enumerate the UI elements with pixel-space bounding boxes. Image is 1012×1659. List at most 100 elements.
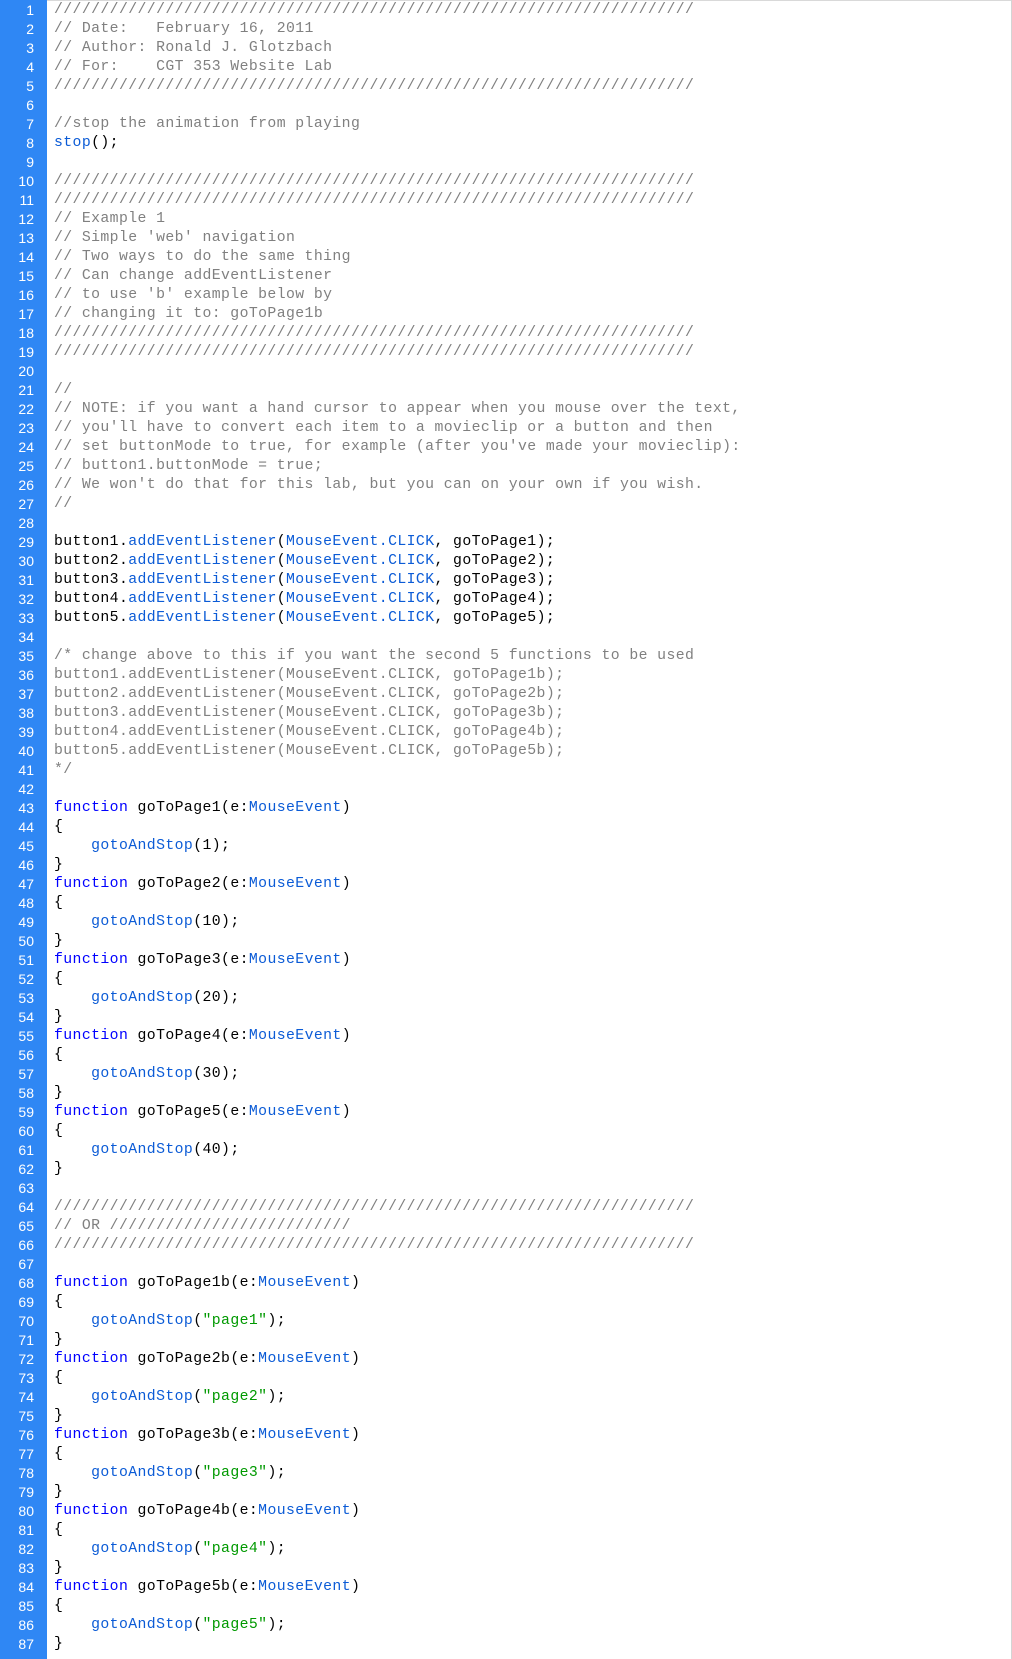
code-line[interactable]: 9	[0, 153, 1011, 172]
code-line[interactable]: 54}	[0, 1008, 1011, 1027]
code-line[interactable]: 34	[0, 628, 1011, 647]
code-line[interactable]: 3 // Author: Ronald J. Glotzbach	[0, 39, 1011, 58]
code-line[interactable]: 20	[0, 362, 1011, 381]
code-line[interactable]: 4 // For: CGT 353 Website Lab	[0, 58, 1011, 77]
code-line[interactable]: 32 button4.addEventListener(MouseEvent.CL…	[0, 590, 1011, 609]
code-line[interactable]: 8 stop();	[0, 134, 1011, 153]
code-line[interactable]: 28	[0, 514, 1011, 533]
code-line[interactable]: 44 {	[0, 818, 1011, 837]
code-line[interactable]: 69 {	[0, 1293, 1011, 1312]
code-line[interactable]: 18 //////////////////////////////////////…	[0, 324, 1011, 343]
code-line[interactable]: 11 //////////////////////////////////////…	[0, 191, 1011, 210]
code-line[interactable]: 30 button2.addEventListener(MouseEvent.CL…	[0, 552, 1011, 571]
code-line[interactable]: 80 function goToPage4b(e:MouseEvent)	[0, 1502, 1011, 1521]
code-line[interactable]: 27 //	[0, 495, 1011, 514]
code-line[interactable]: 77 {	[0, 1445, 1011, 1464]
code-line[interactable]: 78 gotoAndStop("page3");	[0, 1464, 1011, 1483]
code-line[interactable]: 83}	[0, 1559, 1011, 1578]
keyword-token: function	[54, 1503, 129, 1519]
code-line[interactable]: 45 gotoAndStop(1);	[0, 837, 1011, 856]
code-line[interactable]: 22 // NOTE: if you want a hand cursor to …	[0, 400, 1011, 419]
code-line[interactable]: 16 // to use 'b' example below by	[0, 286, 1011, 305]
code-line[interactable]: 68 function goToPage1b(e:MouseEvent)	[0, 1274, 1011, 1293]
code-line[interactable]: 41 */	[0, 761, 1011, 780]
code-line[interactable]: 61 gotoAndStop(40);	[0, 1141, 1011, 1160]
code-line[interactable]: 65 // OR //////////////////////////	[0, 1217, 1011, 1236]
code-line[interactable]: 13 // Simple 'web' navigation	[0, 229, 1011, 248]
code-line[interactable]: 19 //////////////////////////////////////…	[0, 343, 1011, 362]
code-line[interactable]: 82 gotoAndStop("page4");	[0, 1540, 1011, 1559]
code-lines[interactable]: 1///////////////////////////////////////…	[0, 1, 1011, 1654]
code-line[interactable]: 49 gotoAndStop(10);	[0, 913, 1011, 932]
code-line[interactable]: 53 gotoAndStop(20);	[0, 989, 1011, 1008]
code-line[interactable]: 31 button3.addEventListener(MouseEvent.CL…	[0, 571, 1011, 590]
code-line[interactable]: 51 function goToPage3(e:MouseEvent)	[0, 951, 1011, 970]
code-editor[interactable]: 1///////////////////////////////////////…	[0, 0, 1012, 1659]
code-line[interactable]: 14 // Two ways to do the same thing	[0, 248, 1011, 267]
code-text: }	[54, 1635, 63, 1654]
code-line[interactable]: 86 gotoAndStop("page5");	[0, 1616, 1011, 1635]
code-line[interactable]: 2 // Date: February 16, 2011	[0, 20, 1011, 39]
code-line[interactable]: 1 ///////////////////////////////////////…	[0, 1, 1011, 20]
code-line[interactable]: 21 //	[0, 381, 1011, 400]
code-line[interactable]: 15 // Can change addEventListener	[0, 267, 1011, 286]
code-line[interactable]: 43 function goToPage1(e:MouseEvent)	[0, 799, 1011, 818]
code-line[interactable]: 64 //////////////////////////////////////…	[0, 1198, 1011, 1217]
code-line[interactable]: 17 // changing it to: goToPage1b	[0, 305, 1011, 324]
code-line[interactable]: 6	[0, 96, 1011, 115]
code-line[interactable]: 81 {	[0, 1521, 1011, 1540]
code-line[interactable]: 56 {	[0, 1046, 1011, 1065]
code-line[interactable]: 24 // set buttonMode to true, for example…	[0, 438, 1011, 457]
code-line[interactable]: 73 {	[0, 1369, 1011, 1388]
code-line[interactable]: 76 function goToPage3b(e:MouseEvent)	[0, 1426, 1011, 1445]
code-line[interactable]: 48 {	[0, 894, 1011, 913]
code-line[interactable]: 63	[0, 1179, 1011, 1198]
keyword-token: function	[54, 1028, 129, 1044]
code-text: /* change above to this if you want the …	[54, 647, 694, 666]
code-line[interactable]: 58}	[0, 1084, 1011, 1103]
code-line[interactable]: 84 function goToPage5b(e:MouseEvent)	[0, 1578, 1011, 1597]
code-line[interactable]: 7 //stop the animation from playing	[0, 115, 1011, 134]
code-line[interactable]: 46}	[0, 856, 1011, 875]
code-line[interactable]: 52 {	[0, 970, 1011, 989]
line-number: 42	[18, 781, 34, 797]
code-line[interactable]: 60 {	[0, 1122, 1011, 1141]
line-number: 10	[18, 173, 34, 189]
code-line[interactable]: 85 {	[0, 1597, 1011, 1616]
code-token: goToPage5(e:	[128, 1104, 249, 1120]
code-line[interactable]: 36 button1.addEventListener(MouseEvent.CL…	[0, 666, 1011, 685]
code-line[interactable]: 79}	[0, 1483, 1011, 1502]
code-line[interactable]: 26 // We won't do that for this lab, but …	[0, 476, 1011, 495]
code-line[interactable]: 72 function goToPage2b(e:MouseEvent)	[0, 1350, 1011, 1369]
code-line[interactable]: 23 // you'll have to convert each item to…	[0, 419, 1011, 438]
code-line[interactable]: 37 button2.addEventListener(MouseEvent.CL…	[0, 685, 1011, 704]
code-line[interactable]: 50}	[0, 932, 1011, 951]
code-line[interactable]: 10 //////////////////////////////////////…	[0, 172, 1011, 191]
comment-token: // Author: Ronald J. Glotzbach	[54, 40, 333, 56]
code-line[interactable]: 12 // Example 1	[0, 210, 1011, 229]
code-line[interactable]: 42	[0, 780, 1011, 799]
code-line[interactable]: 67	[0, 1255, 1011, 1274]
code-line[interactable]: 40 button5.addEventListener(MouseEvent.CL…	[0, 742, 1011, 761]
code-line[interactable]: 38 button3.addEventListener(MouseEvent.CL…	[0, 704, 1011, 723]
code-line[interactable]: 39 button4.addEventListener(MouseEvent.CL…	[0, 723, 1011, 742]
code-line[interactable]: 62}	[0, 1160, 1011, 1179]
code-line[interactable]: 29 button1.addEventListener(MouseEvent.CL…	[0, 533, 1011, 552]
code-line[interactable]: 74 gotoAndStop("page2");	[0, 1388, 1011, 1407]
code-line[interactable]: 55 function goToPage4(e:MouseEvent)	[0, 1027, 1011, 1046]
code-token: }	[54, 1408, 64, 1424]
code-line[interactable]: 75}	[0, 1407, 1011, 1426]
code-line[interactable]: 87}	[0, 1635, 1011, 1654]
code-line[interactable]: 47 function goToPage2(e:MouseEvent)	[0, 875, 1011, 894]
code-line[interactable]: 66 //////////////////////////////////////…	[0, 1236, 1011, 1255]
code-line[interactable]: 35 /* change above to this if you want th…	[0, 647, 1011, 666]
code-line[interactable]: 25 // button1.buttonMode = true;	[0, 457, 1011, 476]
code-line[interactable]: 33 button5.addEventListener(MouseEvent.CL…	[0, 609, 1011, 628]
code-line[interactable]: 59 function goToPage5(e:MouseEvent)	[0, 1103, 1011, 1122]
code-line[interactable]: 70 gotoAndStop("page1");	[0, 1312, 1011, 1331]
function-token: gotoAndStop	[91, 838, 194, 854]
code-line[interactable]: 57 gotoAndStop(30);	[0, 1065, 1011, 1084]
code-line[interactable]: 5 ///////////////////////////////////////…	[0, 77, 1011, 96]
code-line[interactable]: 71}	[0, 1331, 1011, 1350]
